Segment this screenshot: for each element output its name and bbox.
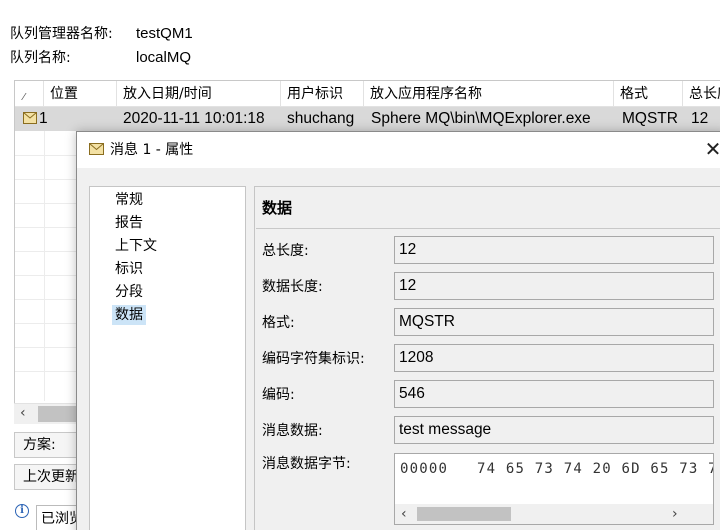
scroll-thumb[interactable] bbox=[38, 406, 78, 422]
last-update-button[interactable]: 上次更新 bbox=[14, 464, 80, 490]
column-header-user-id[interactable]: 用户标识 bbox=[281, 81, 364, 107]
cell-put-datetime: 2020-11-11 10:01:18 bbox=[123, 110, 265, 127]
format-label: 格式: bbox=[262, 315, 295, 331]
dialog-title: 消息 1 - 属性 bbox=[110, 142, 194, 158]
message-data-label: 消息数据: bbox=[262, 423, 323, 439]
column-header-put-datetime[interactable]: 放入日期/时间 bbox=[117, 81, 281, 107]
cell-position: 1 bbox=[39, 110, 48, 127]
encoding-label: 编码: bbox=[262, 387, 295, 403]
encoding-field[interactable]: 546 bbox=[394, 380, 714, 408]
chevron-left-icon[interactable]: ‹ bbox=[20, 405, 26, 421]
nav-item-data[interactable]: 数据 bbox=[112, 305, 146, 325]
grid-row-line bbox=[15, 227, 77, 228]
nav-item-segmentation[interactable]: 分段 bbox=[112, 282, 146, 302]
total-length-label: 总长度: bbox=[262, 243, 309, 259]
nav-item-identity[interactable]: 标识 bbox=[112, 259, 146, 279]
scroll-thumb[interactable] bbox=[417, 507, 511, 521]
total-length-field[interactable]: 12 bbox=[394, 236, 714, 264]
info-icon: i bbox=[15, 504, 29, 518]
scheme-label: 方案: bbox=[23, 437, 56, 453]
message-bytes-text: 00000 74 65 73 74 20 6D 65 73 73 61 67 6… bbox=[400, 461, 713, 477]
column-header-app-name[interactable]: 放入应用程序名称 bbox=[364, 81, 614, 107]
chevron-left-icon[interactable]: ‹ bbox=[401, 504, 407, 524]
message-bytes-field[interactable]: 00000 74 65 73 74 20 6D 65 73 73 61 67 6… bbox=[394, 453, 714, 525]
grid-row-line bbox=[15, 275, 77, 276]
column-header-position[interactable]: 位置 bbox=[44, 81, 117, 107]
section-title: 数据 bbox=[262, 199, 293, 217]
grid-row-line bbox=[15, 347, 77, 348]
queue-name-value: localMQ bbox=[136, 49, 192, 66]
cell-total-length: 12 bbox=[691, 110, 709, 127]
chevron-right-icon[interactable]: › bbox=[672, 504, 678, 524]
nav-item-report[interactable]: 报告 bbox=[112, 213, 146, 233]
grid-row-line bbox=[15, 203, 77, 204]
column-header-sort[interactable]: ⁄ bbox=[15, 81, 44, 107]
cell-app-name: Sphere MQ\bin\MQExplorer.exe bbox=[371, 110, 591, 127]
message-data-field[interactable]: test message bbox=[394, 416, 714, 444]
envelope-icon bbox=[89, 143, 104, 155]
data-length-label: 数据长度: bbox=[262, 279, 323, 295]
data-length-field[interactable]: 12 bbox=[394, 272, 714, 300]
ccsid-field[interactable]: 1208 bbox=[394, 344, 714, 372]
grid-row-line bbox=[15, 323, 77, 324]
cell-format: MQSTR bbox=[622, 110, 678, 127]
table-header: ⁄ 位置 放入日期/时间 用户标识 放入应用程序名称 格式 总长度 bbox=[15, 81, 720, 107]
queue-manager-label: 队列管理器名称: bbox=[10, 26, 113, 42]
queue-name-label: 队列名称: bbox=[10, 50, 71, 66]
properties-nav: 常规 报告 上下文 标识 分段 数据 bbox=[89, 186, 246, 530]
grid-row-line bbox=[15, 251, 77, 252]
table-horizontal-scrollbar[interactable]: ‹ bbox=[14, 403, 78, 424]
cell-user-id: shuchang bbox=[287, 110, 355, 127]
format-field[interactable]: MQSTR bbox=[394, 308, 714, 336]
table-row[interactable]: 1 2020-11-11 10:01:18 shuchang Sphere MQ… bbox=[15, 107, 720, 131]
column-header-total-length[interactable]: 总长度 bbox=[683, 81, 720, 107]
queue-manager-value: testQM1 bbox=[136, 25, 193, 42]
data-properties-panel: 数据 总长度: 12 数据长度: 12 格式: MQSTR 编码字符集标识: 1… bbox=[254, 186, 720, 530]
ccsid-label: 编码字符集标识: bbox=[262, 351, 365, 367]
column-header-format[interactable]: 格式 bbox=[614, 81, 683, 107]
grid-row-line bbox=[15, 155, 77, 156]
grid-row-line bbox=[15, 299, 77, 300]
bytes-horizontal-scrollbar[interactable]: ‹ › bbox=[395, 504, 713, 524]
scheme-selector[interactable]: 方案: bbox=[14, 432, 80, 458]
grid-divider bbox=[44, 131, 45, 401]
section-divider bbox=[256, 228, 720, 229]
grid-row-line bbox=[15, 179, 77, 180]
dialog-title-bar[interactable]: 消息 1 - 属性 ✕ bbox=[77, 132, 720, 168]
nav-item-general[interactable]: 常规 bbox=[112, 190, 146, 210]
sort-caret-icon: ⁄ bbox=[23, 92, 25, 103]
message-bytes-label: 消息数据字节: bbox=[262, 456, 351, 472]
message-properties-dialog: 消息 1 - 属性 ✕ 常规 报告 上下文 标识 分段 数据 数据 总长度: 1… bbox=[76, 131, 720, 530]
close-icon[interactable]: ✕ bbox=[701, 138, 720, 162]
nav-item-context[interactable]: 上下文 bbox=[112, 236, 160, 256]
last-update-label: 上次更新 bbox=[23, 469, 79, 485]
grid-row-line bbox=[15, 371, 77, 372]
